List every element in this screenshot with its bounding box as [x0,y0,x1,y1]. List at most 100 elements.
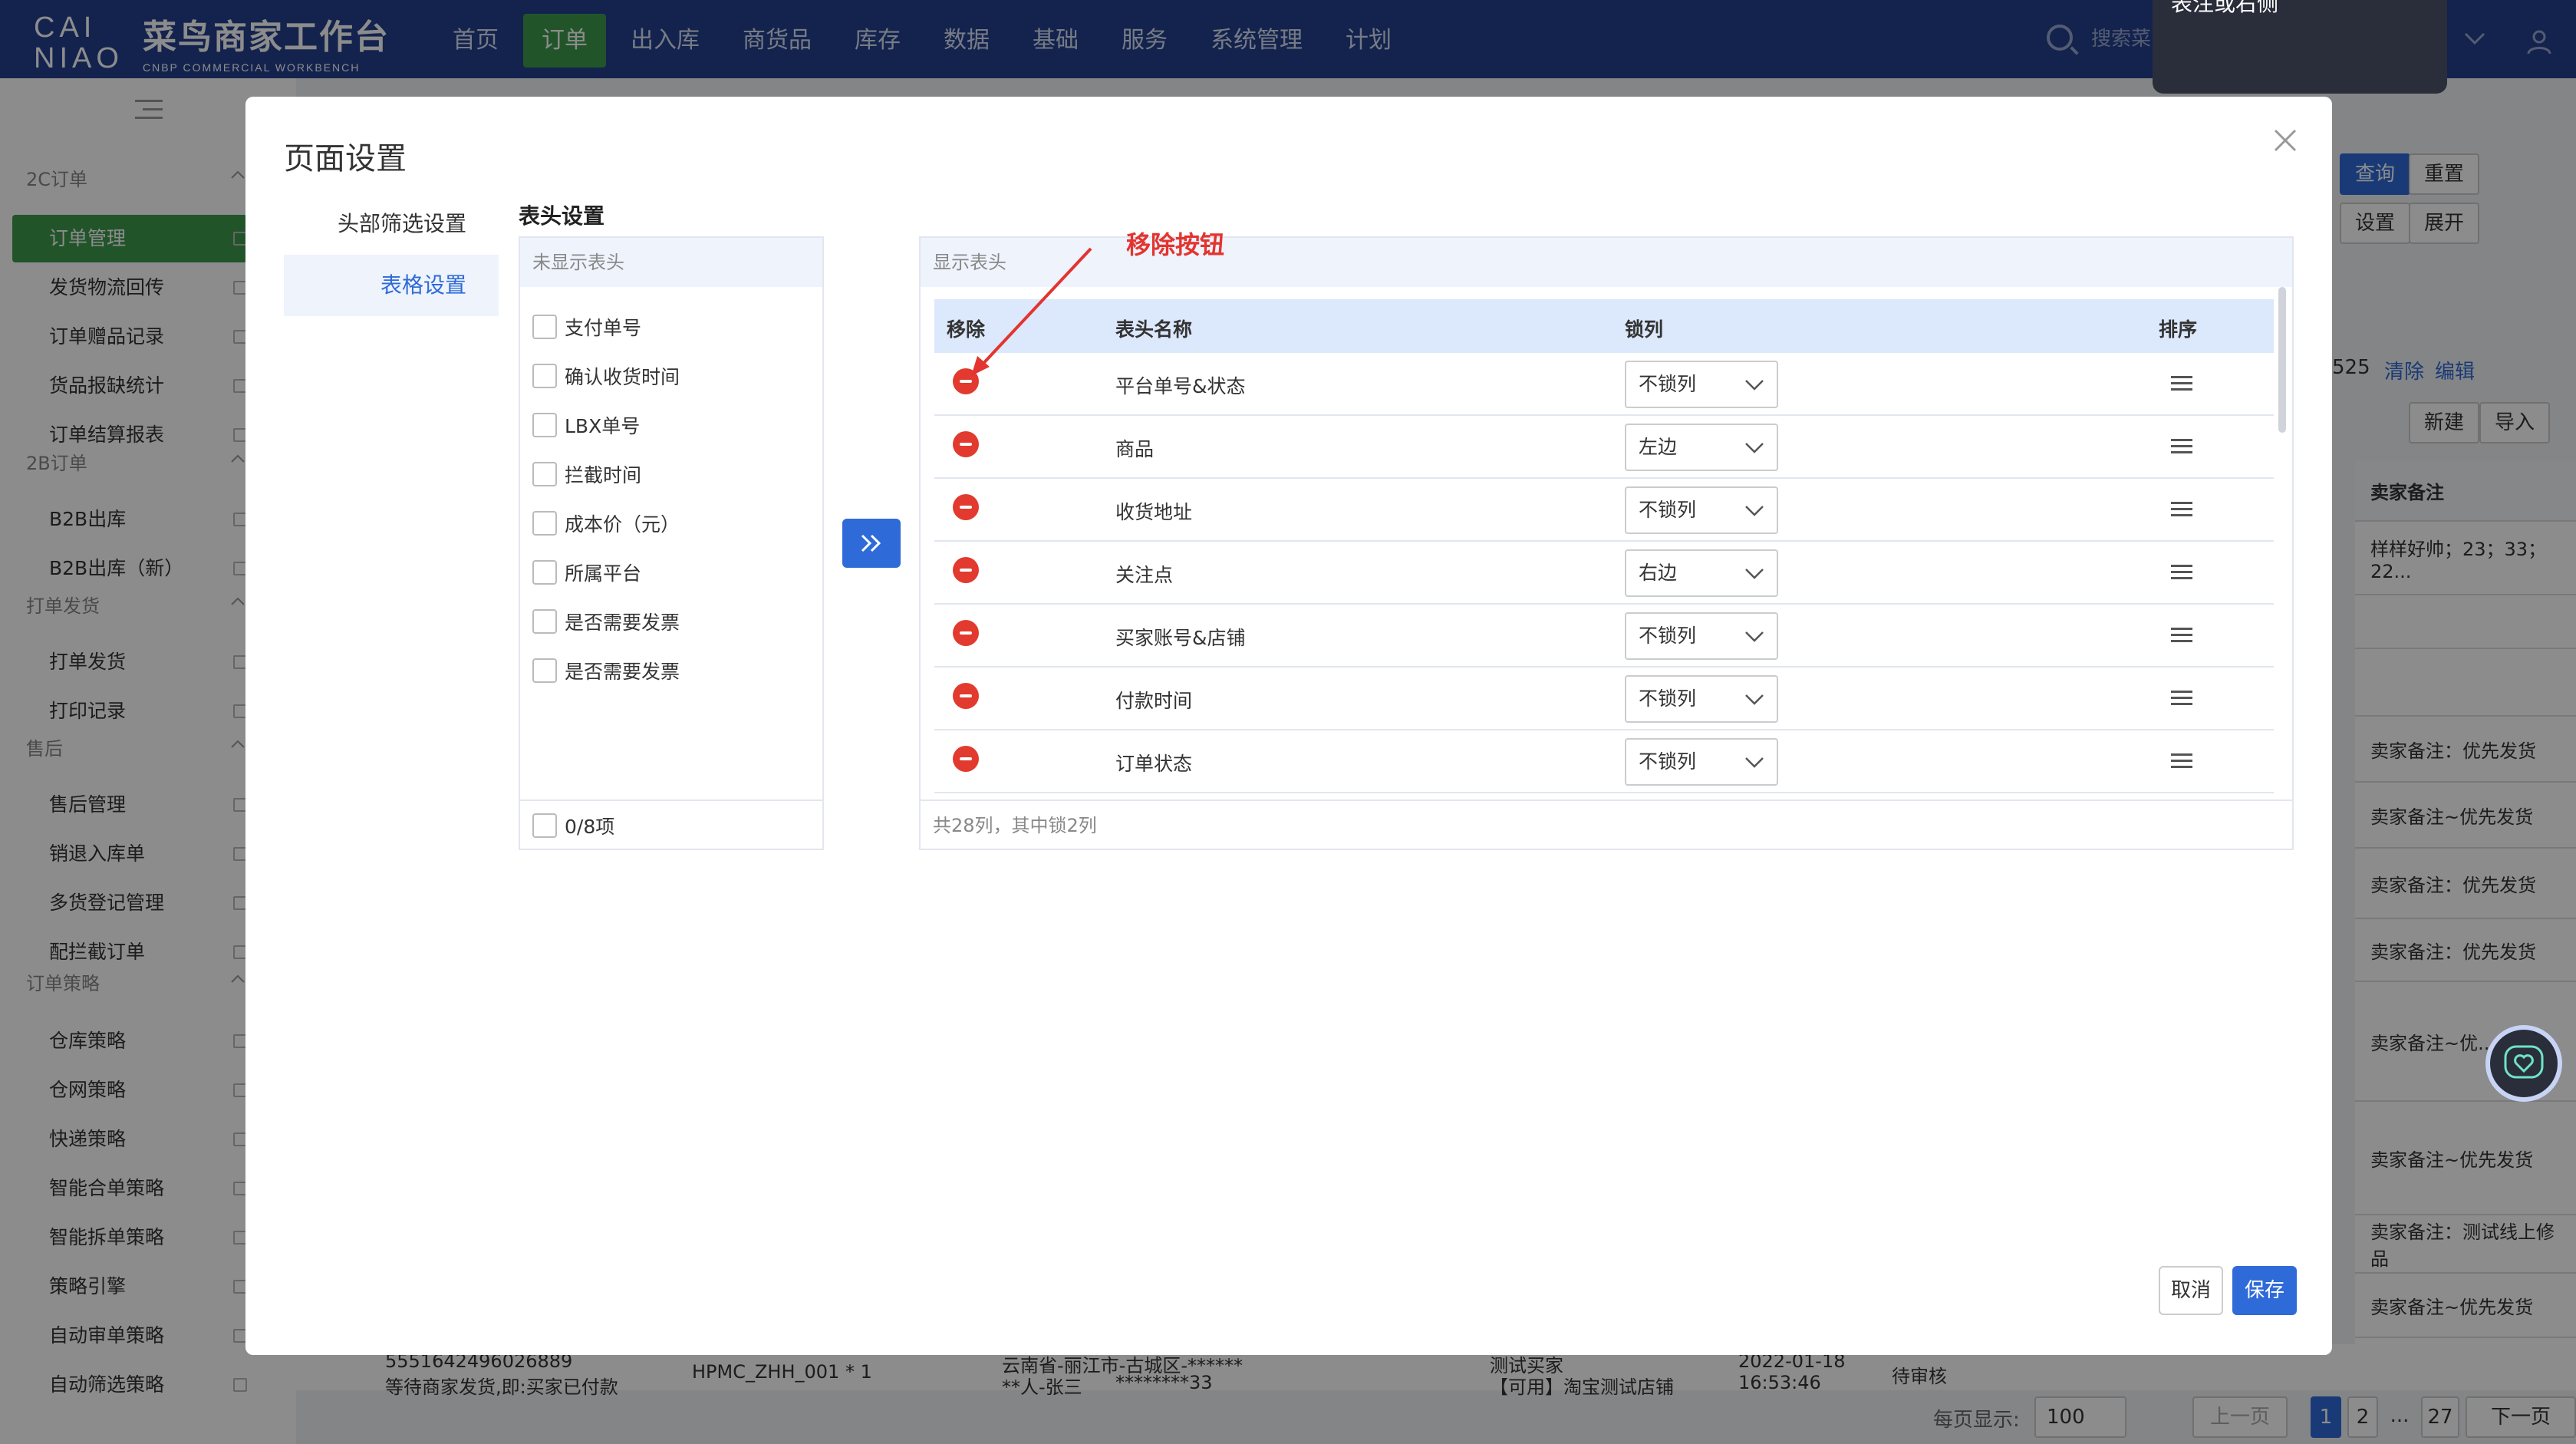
hidden-columns-footer: 0/8项 [520,799,822,849]
hidden-column-item[interactable]: 确认收货时间 [532,362,680,390]
col-lock: 锁列 [1625,318,1664,341]
chevron-down-icon [1745,506,1764,516]
checkbox[interactable] [532,462,557,486]
hidden-column-label: 成本价（元） [565,513,680,536]
section-title: 表头设置 [519,203,605,229]
drag-handle-icon[interactable] [2171,437,2192,456]
shown-column-row: 关注点 右边 [934,542,2274,605]
shown-column-row: 收货地址 不锁列 [934,479,2274,542]
save-button[interactable]: 保存 [2232,1266,2297,1315]
tab-table-settings[interactable]: 表格设置 [284,255,499,316]
hidden-column-item[interactable]: LBX单号 [532,411,640,439]
cancel-button[interactable]: 取消 [2159,1266,2223,1315]
checkbox[interactable] [532,609,557,634]
hidden-column-item[interactable]: 是否需要发票 [532,608,680,635]
chevron-down-icon [1745,569,1764,579]
shown-column-row: 订单状态 不锁列 [934,730,2274,793]
hidden-columns-panel: 未显示表头 支付单号确认收货时间 LBX单号拦截时间成本价（元） 所属平台是否需要发… [519,236,824,850]
drag-handle-icon[interactable] [2171,500,2192,519]
chevron-down-icon [1745,694,1764,705]
lock-column-value: 不锁列 [1639,625,1697,647]
shown-columns-summary: 共28列，其中锁2列 [921,799,2292,849]
lock-column-value: 左边 [1639,436,1678,458]
hidden-column-label: 支付单号 [565,317,642,339]
checkbox[interactable] [532,658,557,683]
select-all-checkbox-row[interactable]: 0/8项 [532,812,614,839]
column-name: 平台单号&状态 [1115,375,1246,397]
col-name: 表头名称 [1115,318,1193,341]
remove-icon[interactable] [953,683,979,709]
hidden-column-label: 拦截时间 [565,464,642,486]
shown-column-row: 商品 左边 [934,416,2274,479]
shown-column-row: 买家账号&店铺 不锁列 [934,605,2274,668]
hidden-column-item[interactable]: 拦截时间 [532,460,641,488]
remove-icon[interactable] [953,557,979,583]
chevron-down-icon [1745,443,1764,453]
column-name: 买家账号&店铺 [1115,627,1246,649]
drag-handle-icon[interactable] [2171,374,2192,393]
remove-icon[interactable] [953,620,979,646]
column-name: 订单状态 [1115,753,1193,775]
column-name: 付款时间 [1115,690,1193,712]
hidden-column-label: LBX单号 [565,415,641,437]
drag-handle-icon[interactable] [2171,563,2192,582]
page-settings-dialog: 页面设置 头部筛选设置 表格设置 表头设置 未显示表头 支付单号确认收货时间 LB… [245,97,2332,1355]
annotation-arrow [971,247,1092,376]
remove-icon[interactable] [953,494,979,520]
checkbox[interactable] [532,315,557,339]
lock-column-select[interactable]: 不锁列 [1625,486,1778,534]
checkbox[interactable] [532,511,557,536]
chevron-down-icon [1745,380,1764,391]
drag-handle-icon[interactable] [2171,626,2192,645]
tab-header-filter-settings[interactable]: 头部筛选设置 [284,193,499,255]
dialog-title: 页面设置 [284,141,407,176]
lock-column-value: 不锁列 [1639,373,1697,395]
checkbox[interactable] [532,413,557,437]
move-to-shown-button[interactable] [842,519,901,568]
lock-column-select[interactable]: 不锁列 [1625,361,1778,408]
lock-column-select[interactable]: 不锁列 [1625,675,1778,723]
column-name: 商品 [1115,438,1155,460]
lock-column-select[interactable]: 右边 [1625,549,1778,597]
hidden-column-item[interactable]: 是否需要发票 [532,657,680,684]
shown-column-row: 付款时间 不锁列 [934,668,2274,730]
column-name: 收货地址 [1115,501,1193,523]
shown-column-row: 平台单号&状态 不锁列 [934,353,2274,416]
drag-handle-icon[interactable] [2171,752,2192,770]
tooltip-text: 表注或右侧 [2171,0,2279,16]
checkbox[interactable] [532,560,557,585]
lock-column-select[interactable]: 不锁列 [1625,738,1778,786]
selected-count: 0/8项 [565,816,615,838]
lock-column-value: 不锁列 [1639,750,1697,773]
select-all-checkbox[interactable] [532,813,557,838]
lock-column-select[interactable]: 不锁列 [1625,612,1778,660]
remove-button-annotation: 移除按钮 [1126,230,1225,259]
assistant-widget[interactable] [2490,1030,2558,1097]
lock-column-value: 不锁列 [1639,687,1697,710]
lock-column-select[interactable]: 左边 [1625,424,1778,471]
tooltip: 表注或右侧 [2153,0,2447,94]
close-icon[interactable] [2269,124,2301,157]
hidden-column-label: 是否需要发票 [565,661,680,683]
chevron-down-icon [1745,757,1764,768]
hidden-column-item[interactable]: 所属平台 [532,559,641,586]
hidden-column-label: 是否需要发票 [565,612,680,634]
shown-columns-panel: 显示表头 移除 表头名称 锁列 排序 平台单号&状态 不锁列 商品 左边 收货地址 不锁列… [919,236,2294,850]
lock-column-value: 右边 [1639,562,1678,584]
lock-column-value: 不锁列 [1639,499,1697,521]
chevron-down-icon [1745,631,1764,642]
hidden-column-item[interactable]: 成本价（元） [532,509,680,537]
shown-columns-table-header: 移除 表头名称 锁列 排序 [934,299,2274,353]
hidden-column-label: 确认收货时间 [565,366,680,388]
column-name: 关注点 [1115,564,1174,586]
checkbox[interactable] [532,364,557,388]
heart-chat-icon [2504,1045,2544,1079]
remove-icon[interactable] [953,746,979,772]
drag-handle-icon[interactable] [2171,689,2192,707]
scrollbar[interactable] [2278,287,2286,433]
remove-icon[interactable] [953,431,979,457]
hidden-columns-title: 未显示表头 [520,238,822,287]
hidden-column-item[interactable]: 支付单号 [532,313,641,341]
col-sort: 排序 [2159,318,2198,341]
hidden-column-label: 所属平台 [565,562,642,585]
